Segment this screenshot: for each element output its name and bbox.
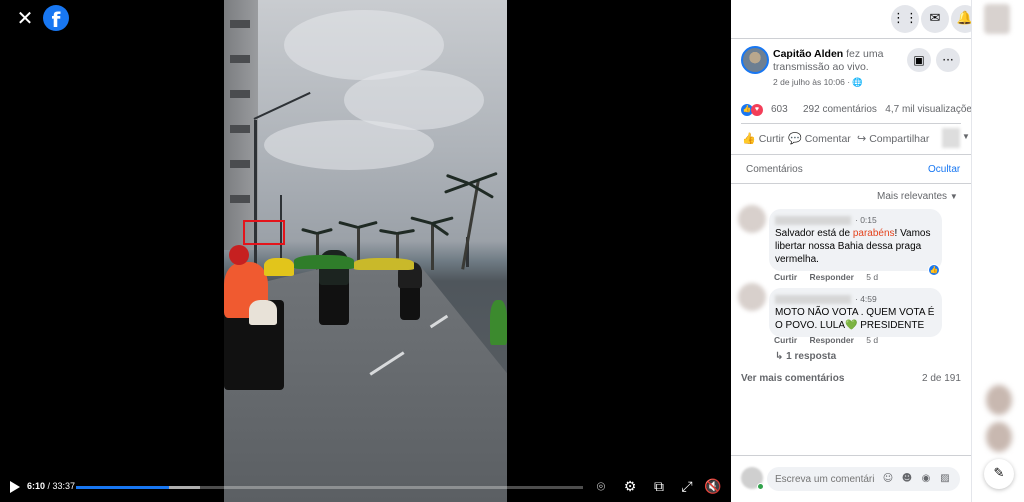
comment-timestamp[interactable]: · 0:15 [855,215,877,225]
seek-buffer [168,486,201,489]
chevron-down-icon[interactable]: ▼ [962,132,970,141]
comment-meta: Curtir Responder 5 d [774,335,888,345]
comment-reply-button[interactable]: Responder [810,335,854,345]
post-panel: ⋮⋮ ✉ 🔔 Capitão Alden fez uma transmissão… [731,0,979,502]
new-message-icon[interactable]: ✎ [984,459,1014,489]
post-time[interactable]: 2 de julho às 10:06 · 🌐 [773,77,863,88]
captions-icon[interactable]: ⌾ [591,477,611,497]
post-title: Capitão Alden fez uma transmissão ao viv… [773,48,903,74]
share-icon: ↪ [857,132,867,145]
more-comments-link[interactable]: Ver mais comentários [741,373,844,384]
video-frame[interactable] [224,0,507,502]
chevron-down-icon: ▼ [949,192,958,201]
like-button[interactable]: 👍 Curtir [742,132,784,145]
bookmark-icon[interactable]: ▣ [907,48,931,72]
comment-count[interactable]: 292 comentários [803,104,877,115]
video-controls: 6:10 / 33:37 ⌾ ⚙ ⧉ ⤢ 🔇 [0,472,731,502]
comment-meta: Curtir Responder 5 d [774,272,888,282]
mute-icon[interactable]: 🔇 [703,477,723,497]
globe-icon: 🌐 [852,78,863,88]
comment-icon: 💬 [788,132,802,145]
play-icon[interactable] [10,481,20,493]
contact-avatar[interactable] [986,422,1012,452]
comment-button[interactable]: 💬 Comentar [788,132,851,145]
comment-composer: ☺ ☻ ◉ ▨ [767,467,960,491]
more-options-icon[interactable]: ··· [936,48,960,72]
messenger-icon[interactable]: ✉ [921,5,949,33]
comment-like-button[interactable]: Curtir [774,272,797,282]
view-count: 4,7 mil visualizações [885,104,977,115]
contact-avatar[interactable] [986,385,1012,415]
settings-gear-icon[interactable]: ⚙ [620,477,640,497]
building [224,0,258,250]
hide-comments-link[interactable]: Ocultar [928,164,960,175]
video-time: 6:10 / 33:37 [27,481,76,491]
fullscreen-icon[interactable]: ⤢ [677,477,697,497]
comment-like-button[interactable]: Curtir [774,335,797,345]
facebook-logo-icon[interactable]: f [43,5,69,32]
comment-timestamp[interactable]: · 4:59 [855,294,877,304]
comment-text: Salvador está de parabéns! Vamos liberta… [775,228,931,265]
comment-reply-button[interactable]: Responder [810,272,854,282]
comment-age[interactable]: 5 d [866,272,878,282]
thumbs-up-icon: 👍 [742,132,756,145]
post-stats: 292 comentários 4,7 mil visualizações [803,104,977,115]
contacts-strip: ✎ [971,0,1024,502]
online-status-dot [757,483,764,490]
commenter-avatar[interactable] [738,283,766,311]
reply-arrow-icon: ↳ [775,351,784,362]
seek-bar[interactable] [76,486,583,489]
commenter-name[interactable] [775,294,851,304]
sticker-icon[interactable]: ▨ [937,471,953,487]
love-reaction-icon: ♥ [751,104,763,116]
like-reaction-icon[interactable]: 👍 [928,264,940,276]
seek-progress [76,486,169,489]
comment-text: MOTO NÃO VOTA . QUEM VOTA É O POVO. LULA… [775,307,935,331]
share-button[interactable]: ↪ Compartilhar [857,132,929,145]
highlight-box [243,220,285,245]
comment-bubble: · 4:59 MOTO NÃO VOTA . QUEM VOTA É O POV… [769,288,942,337]
post-actions: 👍 Curtir 💬 Comentar ↪ Compartilhar ▼ [731,128,971,152]
avatar-sticker-icon[interactable]: ☺ [880,471,896,487]
commenter-name[interactable] [775,215,851,225]
commenter-avatar[interactable] [738,205,766,233]
comment-input[interactable] [775,467,875,491]
reaction-count: 603 [771,104,788,115]
close-icon[interactable]: ✕ [14,8,36,30]
video-pane: ✕ f 6:10 / 33:37 ⌾ ⚙ ⧉ ⤢ 🔇 [0,0,731,502]
comments-header: Comentários [746,164,803,175]
comment-bubble: · 0:15 Salvador está de parabéns! Vamos … [769,209,942,271]
comment-page-count: 2 de 191 [922,373,961,384]
share-as-avatar[interactable] [942,128,960,148]
comment-sort[interactable]: Mais relevantes ▼ [877,191,958,202]
emoji-icon[interactable]: ☻ [899,471,915,487]
pip-icon[interactable]: ⧉ [649,477,669,497]
author-avatar[interactable] [741,46,769,74]
facebook-video-viewer: ✕ f 6:10 / 33:37 ⌾ ⚙ ⧉ ⤢ 🔇 ⋮⋮ ✉ 🔔 Capitã… [0,0,1024,502]
camera-icon[interactable]: ◉ [918,471,934,487]
view-replies-link[interactable]: ↳ 1 resposta [775,351,836,362]
profile-avatar[interactable] [984,4,1010,34]
grid-icon[interactable]: ⋮⋮ [891,5,919,33]
comment-age[interactable]: 5 d [866,335,878,345]
author-name[interactable]: Capitão Alden [773,48,843,60]
